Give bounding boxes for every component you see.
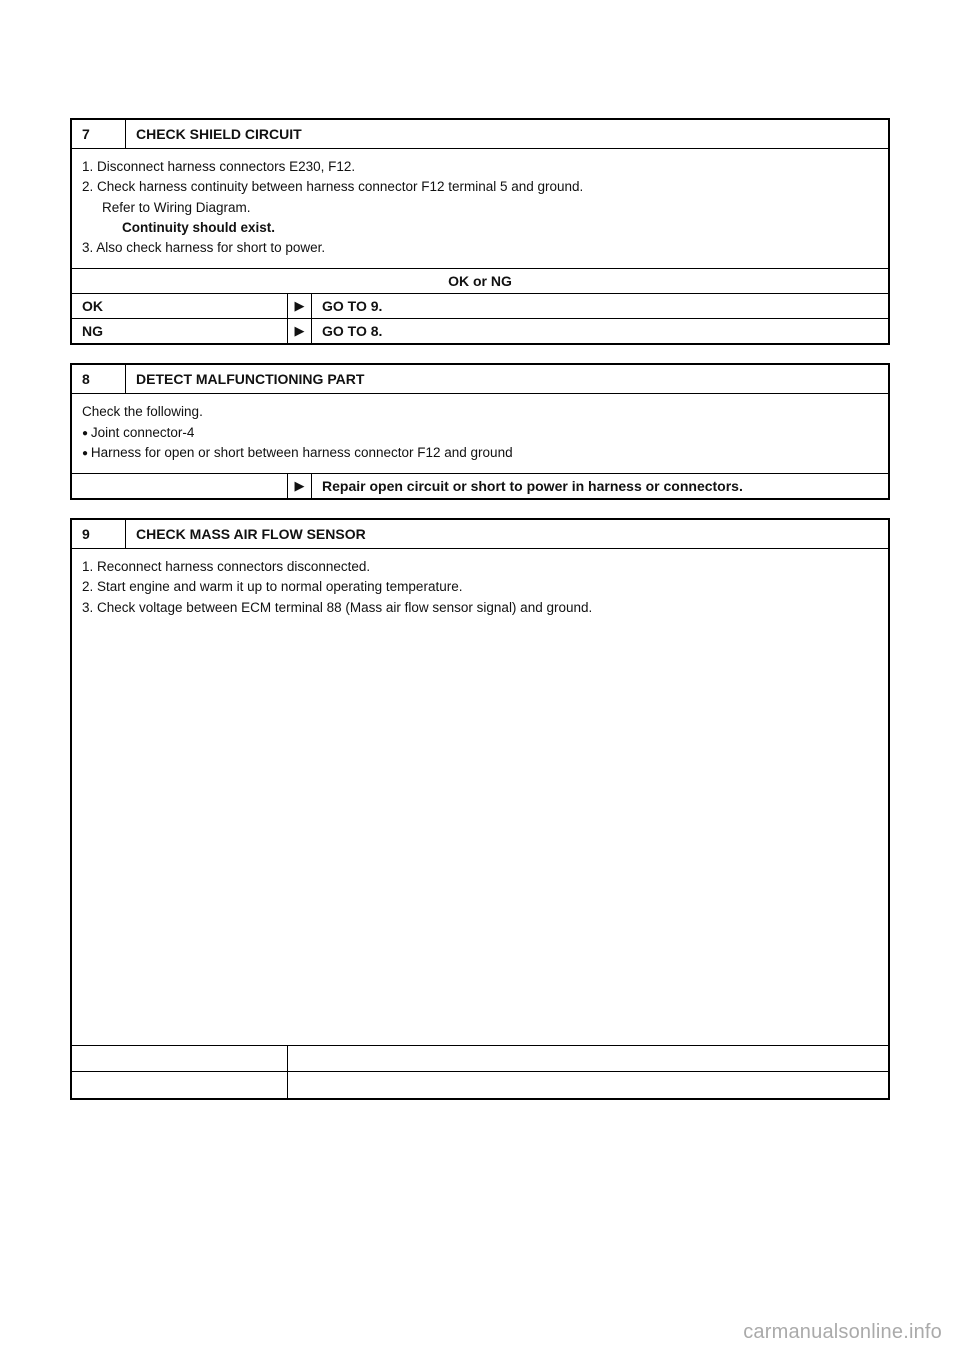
step-title: DETECT MALFUNCTIONING PART <box>126 365 374 393</box>
result-label: OK <box>72 294 288 318</box>
bullet-item: Harness for open or short between harnes… <box>82 443 878 463</box>
empty-result-row <box>72 1072 888 1098</box>
step-9-block: 9 CHECK MASS AIR FLOW SENSOR 1. Reconnec… <box>70 518 890 1100</box>
arrow-icon: ▶ <box>288 319 312 343</box>
step-header: 7 CHECK SHIELD CIRCUIT <box>72 120 888 149</box>
bullet-list: Joint connector-4 Harness for open or sh… <box>82 423 878 464</box>
step-body: 1. Reconnect harness connectors disconne… <box>72 549 888 628</box>
action-row: ▶ Repair open circuit or short to power … <box>72 474 888 498</box>
instruction-line: 1. Reconnect harness connectors disconne… <box>82 557 878 577</box>
step-number: 7 <box>72 120 126 148</box>
empty-cell <box>72 1046 288 1071</box>
step-number: 8 <box>72 365 126 393</box>
step-7-block: 7 CHECK SHIELD CIRCUIT 1. Disconnect har… <box>70 118 890 345</box>
empty-cell <box>288 1072 888 1098</box>
result-action: GO TO 9. <box>312 294 888 318</box>
step-title: CHECK SHIELD CIRCUIT <box>126 120 312 148</box>
step-body: 1. Disconnect harness connectors E230, F… <box>72 149 888 269</box>
instruction-line: Check the following. <box>82 402 878 422</box>
instruction-line: 3. Check voltage between ECM terminal 88… <box>82 598 878 618</box>
arrow-icon: ▶ <box>288 294 312 318</box>
result-row-ok: OK ▶ GO TO 9. <box>72 294 888 319</box>
instruction-line: 1. Disconnect harness connectors E230, F… <box>82 157 878 177</box>
instruction-line: 2. Check harness continuity between harn… <box>82 177 878 197</box>
action-spacer <box>72 474 288 498</box>
empty-cell <box>72 1072 288 1098</box>
instruction-emphasis: Continuity should exist. <box>82 218 878 238</box>
bullet-text: Harness for open or short between harnes… <box>91 445 513 460</box>
step-header: 9 CHECK MASS AIR FLOW SENSOR <box>72 520 888 549</box>
action-text: Repair open circuit or short to power in… <box>312 474 888 498</box>
instruction-line: 2. Start engine and warm it up to normal… <box>82 577 878 597</box>
bullet-item: Joint connector-4 <box>82 423 878 443</box>
ok-ng-heading: OK or NG <box>72 269 888 294</box>
empty-result-row <box>72 1046 888 1072</box>
step-body: Check the following. Joint connector-4 H… <box>72 394 888 474</box>
step-header: 8 DETECT MALFUNCTIONING PART <box>72 365 888 394</box>
step-number: 9 <box>72 520 126 548</box>
result-action: GO TO 8. <box>312 319 888 343</box>
empty-cell <box>288 1046 888 1071</box>
instruction-line: 3. Also check harness for short to power… <box>82 238 878 258</box>
arrow-icon: ▶ <box>288 474 312 498</box>
step-8-block: 8 DETECT MALFUNCTIONING PART Check the f… <box>70 363 890 500</box>
instruction-subline: Refer to Wiring Diagram. <box>82 198 878 218</box>
result-label: NG <box>72 319 288 343</box>
step-title: CHECK MASS AIR FLOW SENSOR <box>126 520 376 548</box>
diagram-placeholder <box>72 628 888 1046</box>
bullet-text: Joint connector-4 <box>91 425 195 440</box>
watermark-text: carmanualsonline.info <box>743 1321 942 1344</box>
result-row-ng: NG ▶ GO TO 8. <box>72 319 888 343</box>
